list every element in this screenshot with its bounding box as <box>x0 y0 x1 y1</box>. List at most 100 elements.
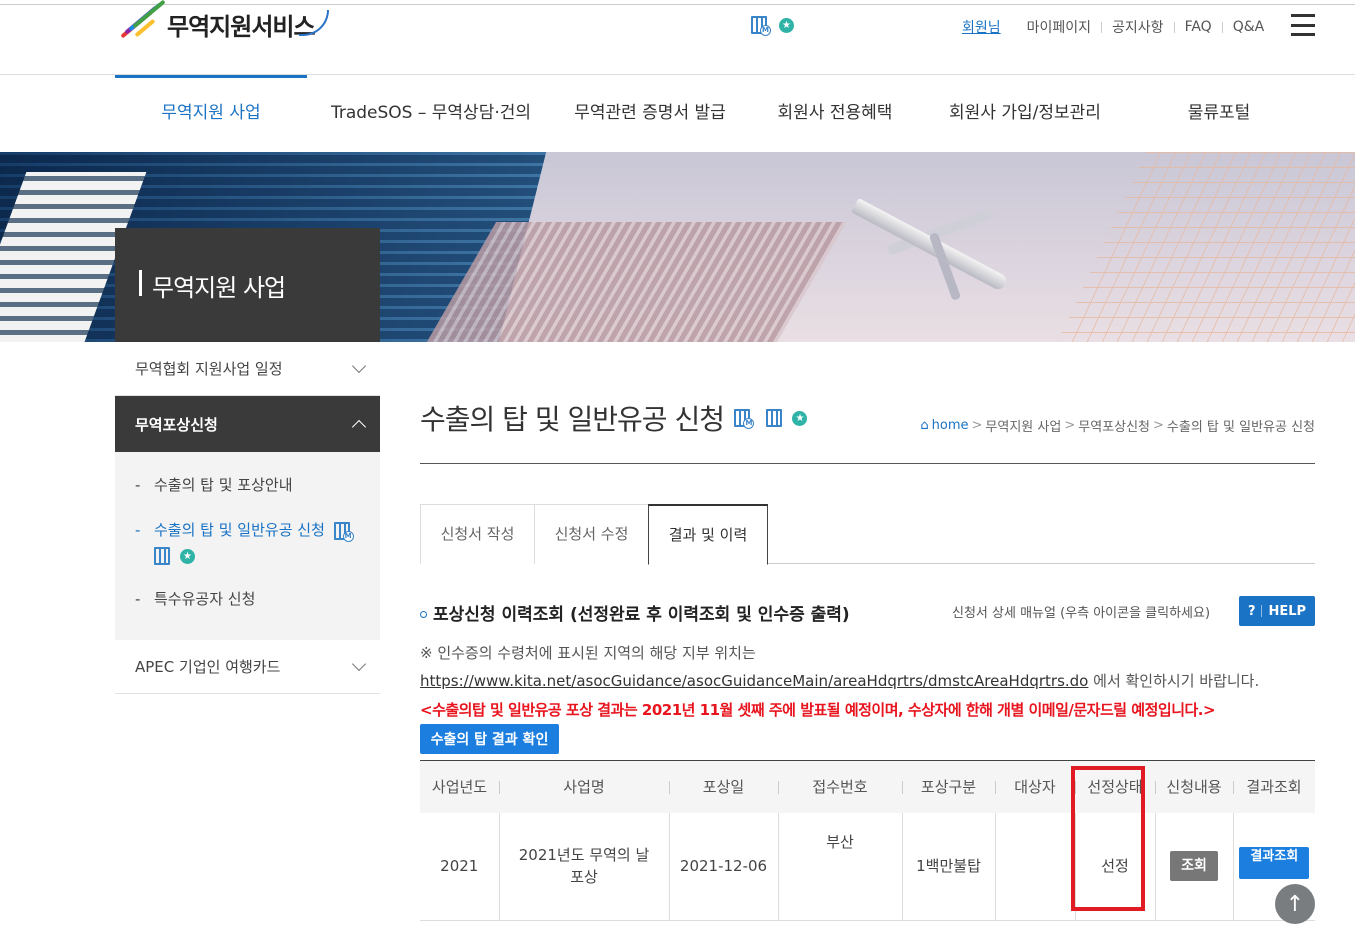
breadcrumb-separator-icon: > <box>1064 418 1076 433</box>
sidebar-item-label: APEC 기업인 여행카드 <box>135 658 281 676</box>
util-divider <box>1221 21 1223 33</box>
gnb-member-join[interactable]: 회원사 가입/정보관리 <box>930 75 1120 152</box>
notice-link-line: https://www.kita.net/asocGuidance/asocGu… <box>420 670 1259 691</box>
submenu-label: 수출의 탑 및 포상안내 <box>154 476 293 494</box>
banner-building-right <box>1034 152 1355 342</box>
home-icon: ⌂ <box>920 418 929 433</box>
sidebar-item-schedule[interactable]: 무역협회 지원사업 일정 <box>115 342 380 396</box>
bullet-icon <box>420 611 427 618</box>
top-border <box>0 4 1355 5</box>
tab-bar: 신청서 작성 신청서 수정 결과 및 이력 <box>420 504 1315 565</box>
help-divider <box>1261 605 1263 617</box>
building-icon <box>765 409 782 427</box>
util-divider <box>1173 21 1175 33</box>
star-badge-icon: ★ <box>791 410 807 426</box>
sidebar: 무역협회 지원사업 일정 무역포상신청 - 수출의 탑 및 포상안내 - 수출의… <box>115 342 380 694</box>
question-icon: ? <box>1247 603 1256 619</box>
help-label: HELP <box>1268 603 1307 619</box>
utility-nav: 회원님 마이페이지 공지사항 FAQ Q&A <box>962 17 1264 37</box>
cell-year: 2021 <box>420 812 499 921</box>
sidebar-item-award-application[interactable]: 무역포상신청 <box>115 396 380 452</box>
breadcrumb-item: 수출의 탑 및 일반유공 신청 <box>1166 420 1315 435</box>
dash-icon: - <box>135 521 141 539</box>
qa-link[interactable]: Q&A <box>1233 19 1265 35</box>
cell-award-type: 1백만불탑 <box>901 812 995 921</box>
tab-edit[interactable]: 신청서 수정 <box>534 504 649 564</box>
gnb-trade-support[interactable]: 무역지원 사업 <box>115 75 307 152</box>
menu-hamburger-icon[interactable] <box>1291 14 1315 36</box>
logo-swoosh-icon <box>298 10 329 36</box>
gnb-tradesos[interactable]: TradeSOS – 무역상담·건의 <box>320 75 542 152</box>
cell-receipt: 부산 <box>777 812 902 921</box>
cell-date: 2021-12-06 <box>668 812 778 921</box>
page-title: 수출의 탑 및 일반유공 신청 M ★ <box>420 398 807 438</box>
dash-icon: - <box>135 590 141 608</box>
notice-link[interactable]: 공지사항 <box>1112 17 1164 37</box>
title-badge-icons: M ★ <box>733 409 807 429</box>
table-row: 2021 2021년도 무역의 날 포상 2021-12-06 부산 1백만불탑… <box>420 812 1315 921</box>
cell-target <box>994 812 1075 921</box>
status-highlight-box <box>1071 766 1145 911</box>
col-header: 신청내용 <box>1155 760 1233 813</box>
breadcrumb-separator-icon: > <box>1153 418 1164 433</box>
col-header: 포상일 <box>669 760 778 813</box>
tab-results[interactable]: 결과 및 이력 <box>648 504 768 565</box>
dash-icon: - <box>135 476 141 494</box>
col-header: 사업년도 <box>420 760 499 813</box>
sidebar-submenu: - 수출의 탑 및 포상안내 - 수출의 탑 및 일반유공 신청 M ★ - 특… <box>115 452 380 640</box>
export-tower-result-button[interactable]: 수출의 탑 결과 확인 <box>420 724 559 754</box>
section-title-box: 무역지원 사업 <box>115 228 380 342</box>
tab-write[interactable]: 신청서 작성 <box>420 504 535 564</box>
help-button[interactable]: ? HELP <box>1239 596 1315 626</box>
mypage-link[interactable]: 마이페이지 <box>1027 17 1091 37</box>
section-title: 무역지원 사업 <box>152 274 286 302</box>
cell-name: 2021년도 무역의 날 포상 <box>498 812 669 921</box>
col-header: 사업명 <box>499 760 669 813</box>
site-logo[interactable]: 무역지원서비스 <box>115 0 329 42</box>
building-m-icon: M <box>333 521 354 542</box>
result-view-button[interactable]: 결과조회 <box>1239 847 1310 880</box>
page-title-text: 수출의 탑 및 일반유공 신청 <box>420 403 725 436</box>
chevron-up-icon <box>351 419 367 435</box>
star-badge-icon: ★ <box>779 17 794 33</box>
logo-mark-icon <box>115 0 166 42</box>
star-badge-icon: ★ <box>180 548 195 564</box>
col-header: 결과조회 <box>1233 760 1315 813</box>
submenu-badge-icons: ★ <box>154 547 195 565</box>
view-button[interactable]: 조회 <box>1170 851 1218 882</box>
breadcrumb-home[interactable]: home <box>932 418 969 433</box>
faq-link[interactable]: FAQ <box>1185 19 1212 35</box>
chevron-down-icon <box>351 656 367 671</box>
global-nav: 무역지원 사업 TradeSOS – 무역상담·건의 무역관련 증명서 발급 회… <box>115 75 1315 152</box>
notice-line: ※ 인수증의 수령처에 표시된 지역의 해당 지부 위치는 <box>420 644 756 662</box>
submenu-label: 수출의 탑 및 일반유공 신청 <box>154 521 325 539</box>
gnb-member-benefits[interactable]: 회원사 전용혜택 <box>755 75 915 152</box>
scroll-top-button[interactable]: ↑ <box>1275 884 1315 924</box>
title-divider <box>420 463 1315 464</box>
submenu-item-export-tower-apply[interactable]: - 수출의 탑 및 일반유공 신청 M ★ <box>135 519 380 565</box>
gnb-logistics[interactable]: 물류포털 <box>1155 75 1283 152</box>
col-header: 접수번호 <box>778 760 902 813</box>
logo-text: 무역지원서비스 <box>167 12 316 41</box>
util-divider <box>1101 21 1103 33</box>
member-link[interactable]: 회원님 <box>962 17 1001 37</box>
breadcrumb: ⌂ home > 무역지원 사업 > 무역포상신청 > 수출의 탑 및 일반유공… <box>920 416 1315 435</box>
gnb-certificates[interactable]: 무역관련 증명서 발급 <box>555 75 745 152</box>
table-header-row: 사업년도 사업명 포상일 접수번호 포상구분 대상자 선정상태 신청내용 결과조… <box>420 760 1315 813</box>
branch-location-link[interactable]: https://www.kita.net/asocGuidance/asocGu… <box>420 672 1088 690</box>
col-header: 포상구분 <box>902 760 995 813</box>
submenu-item-special-merit[interactable]: - 특수유공자 신청 <box>135 588 380 610</box>
cell-view: 조회 <box>1154 812 1233 921</box>
sidebar-item-label: 무역협회 지원사업 일정 <box>135 360 283 378</box>
breadcrumb-item[interactable]: 무역포상신청 <box>1078 416 1150 435</box>
breadcrumb-item[interactable]: 무역지원 사업 <box>985 416 1061 435</box>
breadcrumb-separator-icon: > <box>971 418 983 433</box>
submenu-badge-icons: M <box>330 521 354 542</box>
notice-suffix: 에서 확인하시기 바랍니다. <box>1088 672 1260 690</box>
building-m-icon: M <box>751 16 771 36</box>
submenu-item-award-guide[interactable]: - 수출의 탑 및 포상안내 <box>135 474 380 496</box>
header-badge-icons: M ★ <box>751 16 794 36</box>
arrow-up-icon: ↑ <box>1285 891 1305 917</box>
submenu-label: 특수유공자 신청 <box>154 590 256 608</box>
sidebar-item-apec-card[interactable]: APEC 기업인 여행카드 <box>115 640 380 694</box>
